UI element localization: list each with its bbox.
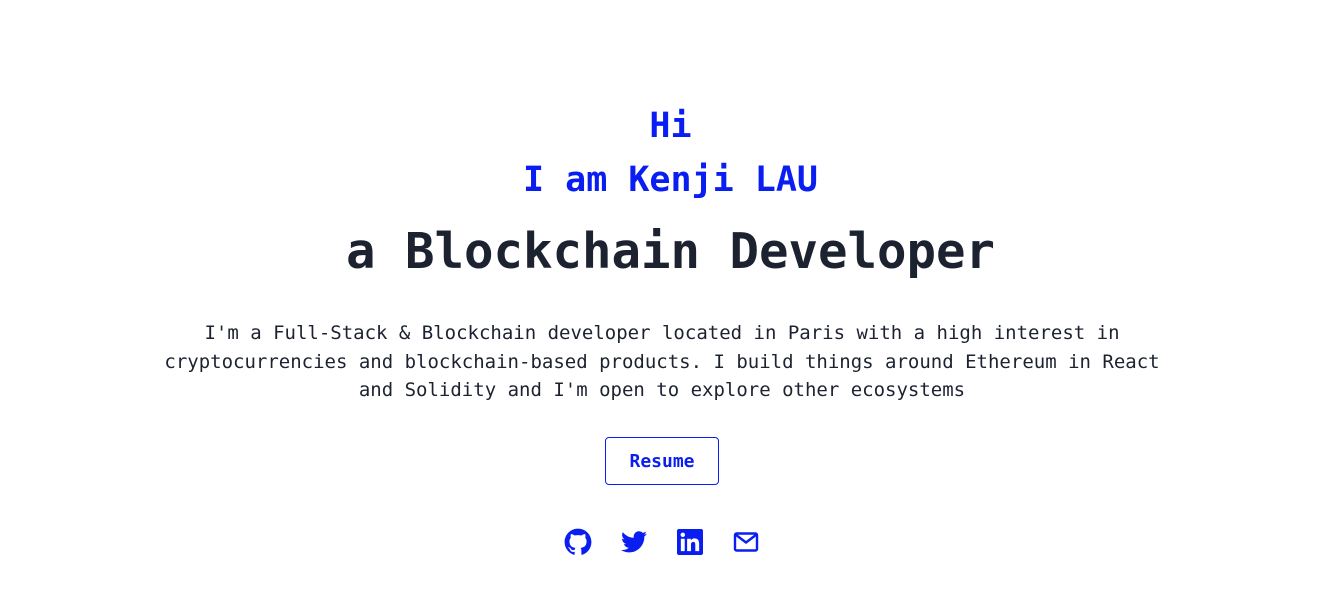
hero-section: Hi I am Kenji LAU a Blockchain Developer… bbox=[0, 0, 1341, 612]
linkedin-icon bbox=[677, 529, 703, 555]
bio-paragraph: I'm a Full-Stack & Blockchain developer … bbox=[164, 322, 1160, 401]
social-links bbox=[561, 526, 781, 558]
github-icon bbox=[564, 528, 592, 556]
email-link[interactable] bbox=[730, 526, 762, 558]
greeting-text: Hi bbox=[649, 106, 692, 146]
twitter-icon bbox=[621, 531, 647, 553]
resume-button[interactable]: Resume bbox=[605, 437, 719, 485]
email-icon bbox=[733, 531, 759, 553]
github-link[interactable] bbox=[562, 526, 594, 558]
role-heading: a Blockchain Developer bbox=[345, 223, 995, 280]
linkedin-link[interactable] bbox=[674, 526, 706, 558]
name-heading: I am Kenji LAU bbox=[522, 160, 818, 200]
twitter-link[interactable] bbox=[618, 526, 650, 558]
